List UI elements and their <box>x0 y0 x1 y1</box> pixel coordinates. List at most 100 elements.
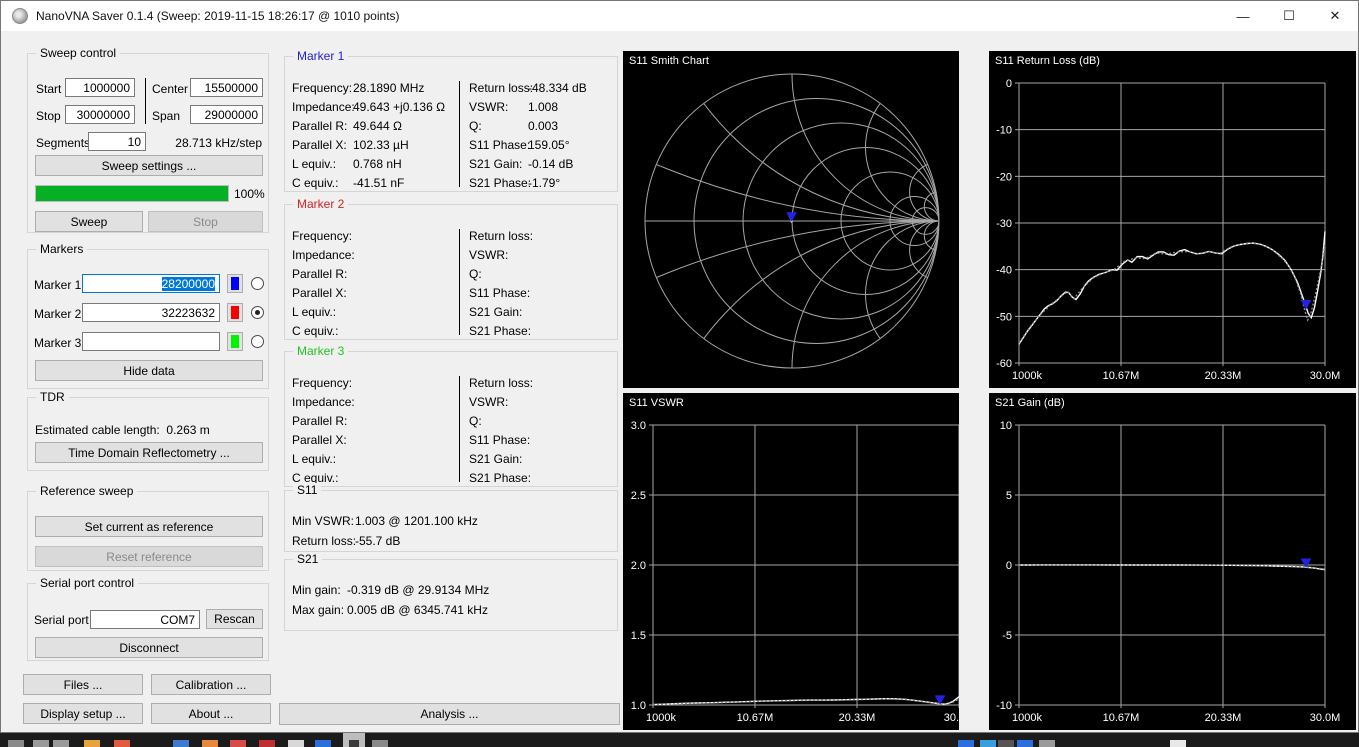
tdr-button[interactable]: Time Domain Reflectometry ... <box>35 442 263 463</box>
minimize-button[interactable]: — <box>1220 1 1266 31</box>
center-value: 15500000 <box>204 80 258 95</box>
sweep-settings-button[interactable]: Sweep settings ... <box>35 155 263 176</box>
taskbar-icon[interactable] <box>114 740 130 747</box>
disconnect-button[interactable]: Disconnect <box>35 637 263 658</box>
field-value: 0.768 nH <box>353 157 402 171</box>
analysis-button[interactable]: Analysis ... <box>279 703 620 725</box>
marker-3-label: Marker 3 <box>34 336 82 350</box>
field-label: Return loss: <box>469 229 534 243</box>
field-label: Return loss: <box>469 376 534 390</box>
taskbar-icon[interactable] <box>1170 740 1186 747</box>
segments-input[interactable]: 10 <box>88 132 146 151</box>
taskbar-active-app-tile[interactable] <box>343 733 365 747</box>
field-label: S21 Gain: <box>469 157 523 171</box>
marker-2-value: 32223632 <box>161 305 215 320</box>
segments-label: Segments <box>36 136 91 150</box>
sweep-control-panel: Sweep control Start 1000000 Center 15500… <box>27 46 269 233</box>
field-label: Parallel R: <box>292 119 348 133</box>
s21-summary-panel: S21 Min gain: -0.319 dB @ 29.9134 MHz Max… <box>284 552 618 631</box>
display-setup-button[interactable]: Display setup ... <box>23 703 143 724</box>
svg-text:2.5: 2.5 <box>631 490 646 502</box>
marker-3-input[interactable] <box>82 332 220 351</box>
taskbar-icon[interactable] <box>372 740 388 747</box>
field-label: Parallel R: <box>292 267 348 281</box>
serial-port-input[interactable]: COM7 <box>90 610 200 629</box>
taskbar-icon[interactable] <box>998 740 1014 747</box>
markers-panel: Markers Marker 1 28200000 Marker 2 32223… <box>27 242 269 389</box>
calibration-button[interactable]: Calibration ... <box>151 674 271 695</box>
taskbar-icon[interactable] <box>173 740 189 747</box>
taskbar-icon[interactable] <box>1039 740 1055 747</box>
marker-3-info-panel: Marker 3 Frequency: Impedance: Parallel … <box>284 344 618 487</box>
span-value: 29000000 <box>204 107 258 122</box>
field-label: Return loss: <box>469 81 534 95</box>
rescan-button[interactable]: Rescan <box>206 609 263 629</box>
taskbar-icon[interactable] <box>84 740 100 747</box>
taskbar-icon[interactable] <box>980 740 996 747</box>
marker-1-input[interactable]: 28200000 <box>82 274 220 293</box>
start-input[interactable]: 1000000 <box>65 78 135 97</box>
taskbar[interactable] <box>0 733 1359 747</box>
marker-3-radio[interactable] <box>251 335 264 348</box>
field-label: S21 Phase: <box>469 324 532 338</box>
field-value: 49.643 +j0.136 Ω <box>353 100 446 114</box>
s11-vswr-chart[interactable]: S11 VSWR 1000k 10.67M 20.33M 30.0M 3.0 2.5 2.0… <box>623 393 959 730</box>
close-button[interactable]: ✕ <box>1312 1 1358 31</box>
svg-text:-60: -60 <box>996 358 1012 370</box>
set-reference-button[interactable]: Set current as reference <box>35 516 263 537</box>
taskbar-icon[interactable] <box>230 740 246 747</box>
field-value: 102.33 µH <box>353 138 409 152</box>
sweep-button[interactable]: Sweep <box>35 211 143 232</box>
svg-text:-50: -50 <box>996 311 1012 323</box>
taskbar-icon[interactable] <box>958 740 974 747</box>
marker-1-radio[interactable] <box>251 277 264 290</box>
field-label: VSWR: <box>469 100 509 114</box>
svg-text:20.33M: 20.33M <box>1205 370 1242 382</box>
taskbar-icon[interactable] <box>259 740 275 747</box>
progress-label: 100% <box>234 187 265 201</box>
svg-text:0: 0 <box>1006 78 1012 90</box>
marker-2-radio[interactable] <box>251 306 264 319</box>
field-label: Q: <box>469 119 482 133</box>
svg-text:1000k: 1000k <box>646 712 676 724</box>
stop-input[interactable]: 30000000 <box>65 105 135 124</box>
span-input[interactable]: 29000000 <box>190 105 263 124</box>
field-value: 0.003 <box>528 119 559 133</box>
about-button[interactable]: About ... <box>151 703 271 724</box>
hide-data-button[interactable]: Hide data <box>35 360 263 381</box>
marker-2-label: Marker 2 <box>34 307 82 321</box>
taskbar-icon[interactable] <box>1017 740 1033 747</box>
field-label: Impedance: <box>292 395 355 409</box>
field-label: Parallel R: <box>292 414 348 428</box>
taskbar-icon[interactable] <box>33 740 49 747</box>
s11-smith-chart[interactable]: S11 Smith Chart <box>623 51 959 388</box>
field-value: -1.79° <box>528 176 561 190</box>
field-label: L equiv.: <box>292 305 337 319</box>
taskbar-icon[interactable] <box>8 740 24 747</box>
sweep-progress-bar <box>35 185 229 202</box>
taskbar-icon[interactable] <box>315 740 331 747</box>
chart-title: S11 Return Loss (dB) <box>995 55 1100 67</box>
taskbar-icon[interactable] <box>202 740 218 747</box>
center-input[interactable]: 15500000 <box>190 78 263 97</box>
app-window: NanoVNA Saver 0.1.4 (Sweep: 2019-11-15 1… <box>0 0 1359 733</box>
s21-gain-chart[interactable]: S21 Gain (dB) 1000k 10.67M 20.33M 30.0M 10 5 0… <box>989 393 1356 730</box>
stop-button[interactable]: Stop <box>148 211 263 232</box>
field-label: Parallel X: <box>292 138 347 152</box>
marker-1-color-button[interactable] <box>227 274 243 293</box>
s11-summary-title: S11 <box>293 483 322 497</box>
window-title: NanoVNA Saver 0.1.4 (Sweep: 2019-11-15 1… <box>36 9 400 23</box>
taskbar-icon[interactable] <box>288 740 304 747</box>
taskbar-icon[interactable] <box>53 740 69 747</box>
field-label: VSWR: <box>469 395 509 409</box>
field-value: -41.51 nF <box>353 176 405 190</box>
marker-3-color-button[interactable] <box>227 332 243 351</box>
marker-2-color-button[interactable] <box>227 303 243 322</box>
field-label: S11 Phase: <box>469 138 531 152</box>
reset-reference-button[interactable]: Reset reference <box>35 546 263 567</box>
marker-2-input[interactable]: 32223632 <box>82 303 220 322</box>
field-label: Frequency: <box>292 376 353 390</box>
s11-return-loss-chart[interactable]: S11 Return Loss (dB) 1000k 10.67M 20.33M 30… <box>989 51 1356 388</box>
files-button[interactable]: Files ... <box>23 674 143 695</box>
maximize-button[interactable]: ☐ <box>1266 1 1312 31</box>
